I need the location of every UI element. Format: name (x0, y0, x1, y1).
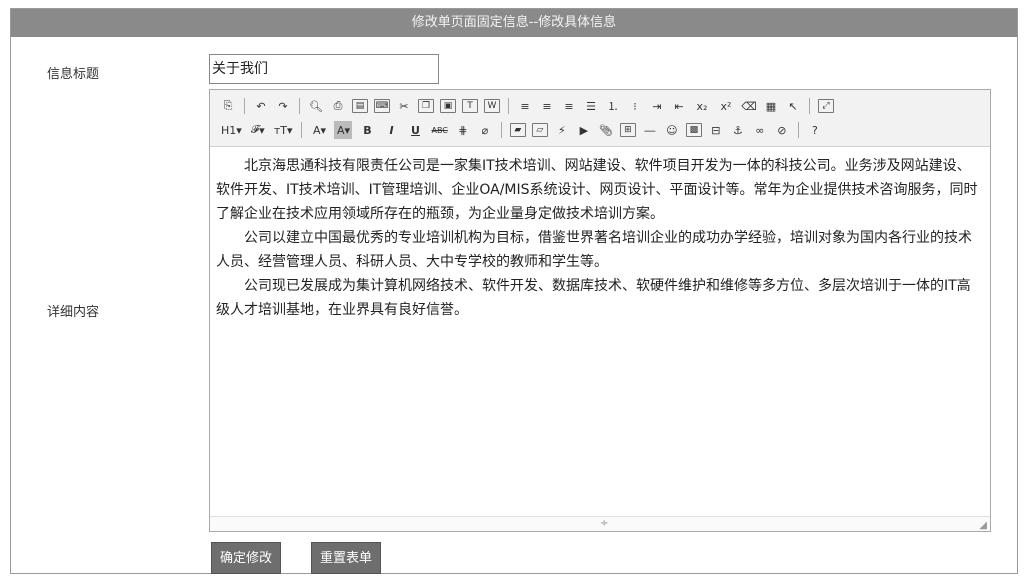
hr-icon[interactable]: ― (642, 121, 658, 139)
flash-icon[interactable]: ⚡ (554, 121, 570, 139)
eraser-icon[interactable]: ⌀ (477, 121, 493, 139)
unlink-icon[interactable]: ⊘ (774, 121, 790, 139)
title-input[interactable]: 关于我们 (209, 54, 439, 84)
hilite-color-button[interactable]: A ▾ (334, 121, 353, 139)
heading-label: H1 (221, 123, 237, 137)
indent-icon[interactable]: ⇥ (649, 97, 665, 115)
redo-icon[interactable]: ↷ (275, 97, 291, 115)
cut-icon[interactable]: ✂ (396, 97, 412, 115)
editor-content[interactable]: 北京海思通科技有限责任公司是一家集IT技术培训、网站建设、软件项目开发为一体的科… (216, 154, 980, 322)
superscript-icon[interactable]: x² (717, 97, 735, 115)
toolbar-separator (508, 98, 509, 114)
pagebreak-icon[interactable]: ⊟ (708, 121, 724, 139)
align-center-icon[interactable]: ≡ (539, 97, 555, 115)
content-paragraph: 北京海思通科技有限责任公司是一家集IT技术培训、网站建设、软件项目开发为一体的科… (216, 158, 978, 222)
align-justify-icon[interactable]: ☰ (583, 97, 599, 115)
attachment-icon[interactable]: 📎︎ (598, 121, 614, 139)
editor-resize-bar[interactable]: ÷ ◢ (210, 516, 990, 531)
paste-text-icon[interactable]: T (462, 99, 478, 113)
ordered-list-icon[interactable]: ⒈ (605, 97, 621, 115)
font-label: 𝓕 (250, 123, 260, 136)
outdent-icon[interactable]: ⇤ (671, 97, 687, 115)
align-left-icon[interactable]: ≡ (517, 97, 533, 115)
print-icon[interactable]: ⎙ (330, 97, 346, 115)
fontsize-label: тT (273, 123, 287, 137)
submit-button[interactable]: 确定修改 (211, 542, 282, 574)
template-icon[interactable]: ▤ (352, 99, 368, 113)
fore-color-button[interactable]: A ▾ (310, 121, 328, 139)
italic-button[interactable]: I (382, 121, 400, 139)
map-icon[interactable]: ▩ (685, 123, 702, 137)
font-size-select[interactable]: тT ▾ (273, 121, 294, 139)
toolbar-separator (500, 122, 502, 138)
content-label: 详细内容 (47, 305, 100, 320)
toolbar-separator (809, 98, 810, 114)
font-family-select[interactable]: 𝓕 ▾ (249, 121, 267, 139)
forecolor-label: A (312, 123, 321, 137)
strikethrough-button[interactable]: ABC (430, 121, 448, 139)
clear-format-icon[interactable]: ⌫ (741, 97, 757, 115)
toolbar-separator (301, 122, 303, 138)
rich-text-editor: ⎘ ↶ ↷ 🔍︎ ⎙ ▤ ⌨ ✂ ❐ ▣ T W ≡ ≡ ≡ ☰ ⒈ ⁝ ⇥ ⇤… (209, 89, 991, 532)
editor-toolbar: ⎘ ↶ ↷ 🔍︎ ⎙ ▤ ⌨ ✂ ❐ ▣ T W ≡ ≡ ≡ ☰ ⒈ ⁝ ⇥ ⇤… (210, 90, 990, 147)
image-icon[interactable]: ▰ (509, 123, 526, 137)
help-icon[interactable]: ? (807, 121, 823, 139)
resize-grip-icon[interactable]: ÷ (600, 518, 608, 529)
anchor-icon[interactable]: ⚓ (730, 121, 746, 139)
panel-header: 修改单页面固定信息--修改具体信息 (11, 9, 1017, 37)
reset-button[interactable]: 重置表单 (311, 542, 382, 574)
subscript-icon[interactable]: x₂ (693, 97, 711, 115)
pointer-icon[interactable]: ↖ (785, 97, 801, 115)
link-icon[interactable]: ∞ (752, 121, 768, 139)
table-icon[interactable]: ⊞ (619, 123, 636, 137)
heading-select[interactable]: H1 ▾ (220, 121, 243, 139)
media-icon[interactable]: ▶ (576, 121, 592, 139)
content-paragraph: 公司以建立中国最优秀的专业培训机构为目标，借鉴世界著名培训企业的成功办学经验，培… (216, 230, 972, 270)
multi-image-icon[interactable]: ▱ (531, 123, 548, 137)
toolbar-separator (299, 98, 300, 114)
underline-button[interactable]: U (406, 121, 424, 139)
copy-icon[interactable]: ❐ (418, 99, 434, 113)
preview-icon[interactable]: 🔍︎ (308, 97, 324, 115)
source-icon[interactable]: ⎘ (220, 97, 236, 115)
paste-icon[interactable]: ▣ (440, 99, 456, 113)
title-label: 信息标题 (47, 67, 100, 82)
line-height-icon[interactable]: ⋕ (455, 121, 471, 139)
edit-info-panel: 修改单页面固定信息--修改具体信息 信息标题 关于我们 详细内容 ⎘ ↶ ↷ 🔍… (10, 8, 1018, 574)
resize-corner-icon[interactable]: ◢ (979, 520, 987, 531)
paste-code-icon[interactable]: ⌨ (374, 99, 390, 113)
bold-button[interactable]: B (358, 121, 376, 139)
undo-icon[interactable]: ↶ (253, 97, 269, 115)
toolbar-separator (797, 122, 799, 138)
hilite-label: A (336, 123, 345, 137)
toolbar-separator (244, 98, 245, 114)
align-right-icon[interactable]: ≡ (561, 97, 577, 115)
fullscreen-icon[interactable]: ⤢ (818, 99, 834, 113)
content-paragraph: 公司现已发展成为集计算机网络技术、软件开发、数据库技术、软硬件维护和维修等多方位… (216, 278, 971, 318)
emoticon-icon[interactable]: ☺ (664, 121, 680, 139)
paste-word-icon[interactable]: W (484, 99, 500, 113)
unordered-list-icon[interactable]: ⁝ (627, 97, 643, 115)
select-all-icon[interactable]: ▦ (763, 97, 779, 115)
